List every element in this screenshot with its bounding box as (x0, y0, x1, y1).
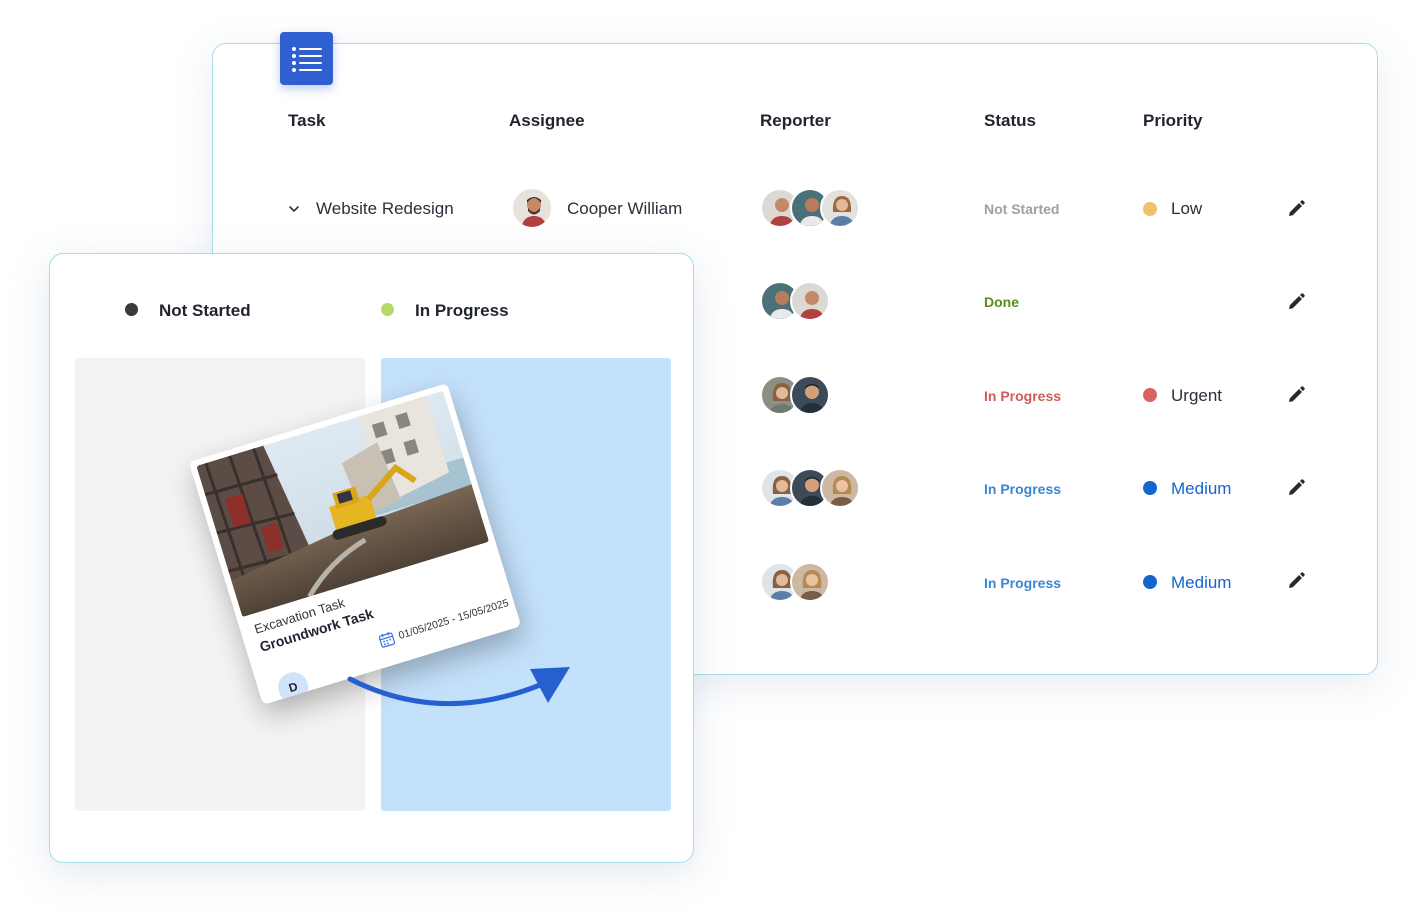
status-label: In Progress (984, 481, 1062, 497)
priority-label: Medium (1171, 573, 1232, 592)
calendar-icon (378, 632, 396, 648)
priority-dot (1143, 388, 1157, 402)
status-label: In Progress (984, 575, 1062, 591)
header-assignee: Assignee (509, 111, 585, 130)
priority-label: Urgent (1171, 386, 1223, 405)
column-title-not-started: Not Started (159, 301, 251, 320)
header-status: Status (984, 111, 1036, 130)
pencil-icon[interactable] (1286, 478, 1306, 498)
pencil-icon[interactable] (1286, 199, 1306, 219)
curved-arrow-icon (347, 667, 570, 707)
task-name[interactable]: Website Redesign (316, 199, 454, 219)
header-priority: Priority (1143, 111, 1203, 130)
column-title-in-progress: In Progress (415, 301, 509, 320)
column-dot (381, 303, 394, 316)
list-icon (291, 46, 322, 72)
chevron-down-icon[interactable] (286, 201, 302, 217)
priority-label: Low (1171, 199, 1203, 218)
status-label: Done (984, 294, 1019, 310)
priority-dot (1143, 202, 1157, 216)
priority-label: Medium (1171, 479, 1232, 498)
column-dot (125, 303, 138, 316)
header-task: Task (288, 111, 326, 130)
assignee-name: Cooper William (567, 199, 683, 218)
list-view-button[interactable] (280, 32, 333, 85)
priority-dot (1143, 575, 1157, 589)
status-label: In Progress (984, 388, 1062, 404)
pencil-icon[interactable] (1286, 292, 1306, 312)
header-reporter: Reporter (760, 111, 831, 130)
priority-dot (1143, 481, 1157, 495)
pencil-icon[interactable] (1286, 571, 1306, 591)
status-label: Not Started (984, 201, 1060, 217)
pencil-icon[interactable] (1286, 385, 1306, 405)
assignee-avatar (511, 187, 553, 229)
